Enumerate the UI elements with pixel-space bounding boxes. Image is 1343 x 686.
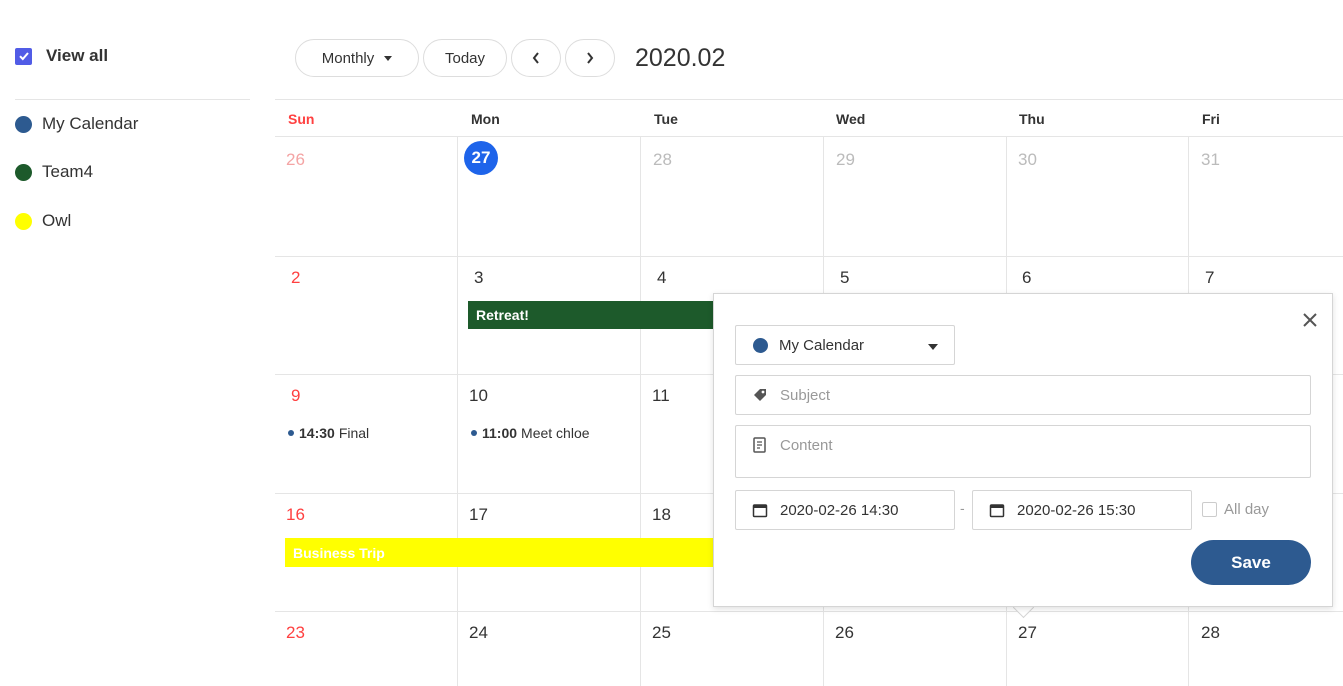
date-cell[interactable]: 24 [469, 623, 488, 643]
date-cell[interactable]: 10 [469, 386, 488, 406]
end-date-input[interactable]: 2020-02-26 15:30 [972, 490, 1192, 530]
calendar-icon [752, 502, 768, 518]
event-time: 14:30 [299, 425, 335, 441]
date-cell[interactable]: 27 [1018, 623, 1037, 643]
subject-placeholder: Subject [780, 386, 831, 404]
date-separator: - [960, 500, 965, 516]
date-cell[interactable]: 5 [840, 268, 849, 288]
today-label: Today [444, 49, 486, 67]
date-cell[interactable]: 9 [291, 386, 300, 406]
sidebar-calendar-team4[interactable]: Team4 [15, 162, 93, 182]
date-cell[interactable]: 18 [652, 505, 671, 525]
view-select-dropdown[interactable]: Monthly [295, 39, 419, 77]
date-cell[interactable]: 29 [836, 150, 855, 170]
date-cell[interactable]: 26 [835, 623, 854, 643]
date-cell[interactable]: 6 [1022, 268, 1031, 288]
sidebar-divider [15, 99, 250, 100]
date-cell[interactable]: 23 [286, 623, 305, 643]
calendar-select-dropdown[interactable]: My Calendar [735, 325, 955, 365]
save-button[interactable]: Save [1191, 540, 1311, 585]
date-cell[interactable]: 26 [286, 150, 305, 170]
view-select-label: Monthly [321, 49, 375, 67]
calendar-name: Team4 [42, 162, 94, 181]
allday-checkbox[interactable]: All day [1202, 501, 1269, 518]
dayname-wed: Wed [836, 111, 866, 127]
today-button[interactable]: Today [423, 39, 507, 77]
calendar-color-dot[interactable] [15, 163, 32, 181]
sidebar: View all My Calendar Team4 Owl [0, 0, 250, 686]
end-date-value: 2020-02-26 15:30 [1017, 501, 1136, 519]
selected-calendar: My Calendar [779, 336, 865, 354]
allday-label: All day [1224, 501, 1270, 518]
memo-icon [752, 437, 768, 453]
date-cell[interactable]: 11 [652, 386, 670, 406]
calendar-name: My Calendar [42, 114, 139, 133]
event-final[interactable]: 14:30 Final [288, 425, 369, 441]
event-creation-popup: My Calendar Subject Content 2020-02-26 1… [713, 293, 1333, 607]
date-cell[interactable]: 16 [286, 505, 305, 525]
grid-line [457, 137, 458, 686]
chevron-left-icon [532, 52, 539, 64]
grid-line [275, 611, 1343, 612]
caret-down-icon [928, 344, 938, 350]
sidebar-calendar-owl[interactable]: Owl [15, 211, 71, 231]
subject-input[interactable]: Subject [735, 375, 1311, 415]
grid-line [640, 137, 641, 686]
date-cell[interactable]: 3 [474, 268, 483, 288]
close-icon [1303, 313, 1317, 327]
date-cell[interactable]: 2 [291, 268, 300, 288]
date-cell[interactable]: 7 [1205, 268, 1214, 288]
prev-month-button[interactable] [511, 39, 561, 77]
grid-line [275, 256, 1343, 257]
event-meet-chloe[interactable]: 11:00 Meet chloe [471, 425, 590, 441]
tag-icon [752, 387, 768, 403]
close-button[interactable] [1300, 310, 1320, 330]
chevron-right-icon [587, 52, 594, 64]
dayname-fri: Fri [1202, 111, 1220, 127]
event-time: 11:00 [482, 425, 518, 441]
date-cell[interactable]: 30 [1018, 150, 1037, 170]
dayname-tue: Tue [654, 111, 678, 127]
date-cell[interactable]: 28 [653, 150, 672, 170]
start-date-value: 2020-02-26 14:30 [780, 501, 899, 519]
event-bullet-icon [471, 430, 477, 436]
current-range: 2020.02 [635, 44, 726, 72]
calendar-color-dot[interactable] [15, 212, 32, 230]
dayname-sun: Sun [288, 111, 315, 127]
calendar-icon [989, 502, 1005, 518]
today-date-badge[interactable]: 27 [464, 141, 498, 175]
event-title: Business Trip [293, 544, 385, 561]
date-cell[interactable]: 25 [652, 623, 671, 643]
start-date-input[interactable]: 2020-02-26 14:30 [735, 490, 955, 530]
calendar-name: Owl [42, 211, 72, 230]
calendar-color-dot[interactable] [15, 115, 32, 133]
checkbox-checked-icon[interactable] [15, 47, 32, 65]
view-all-toggle[interactable]: View all [15, 46, 108, 66]
event-bullet-icon [288, 430, 294, 436]
view-all-label: View all [46, 46, 109, 65]
event-title: Retreat! [476, 307, 529, 323]
next-month-button[interactable] [565, 39, 615, 77]
sidebar-calendar-my-calendar[interactable]: My Calendar [15, 114, 138, 134]
content-input[interactable]: Content [735, 425, 1311, 478]
event-retreat[interactable]: Retreat! [468, 301, 728, 329]
save-label: Save [1231, 552, 1271, 572]
date-cell[interactable]: 28 [1201, 623, 1220, 643]
calendar-color-dot [753, 337, 768, 353]
content-placeholder: Content [780, 437, 833, 454]
daynames-header: Sun Mon Tue Wed Thu Fri [275, 99, 1343, 137]
dayname-mon: Mon [471, 111, 500, 127]
dayname-thu: Thu [1019, 111, 1045, 127]
checkbox-unchecked-icon[interactable] [1202, 502, 1217, 517]
event-business-trip[interactable]: Business Trip [285, 538, 728, 567]
event-title: Final [338, 425, 370, 441]
date-cell[interactable]: 17 [469, 505, 488, 525]
chevron-down-icon [384, 55, 393, 61]
event-title: Meet chloe [521, 425, 590, 441]
date-cell[interactable]: 4 [657, 268, 666, 288]
date-cell[interactable]: 31 [1201, 150, 1220, 170]
